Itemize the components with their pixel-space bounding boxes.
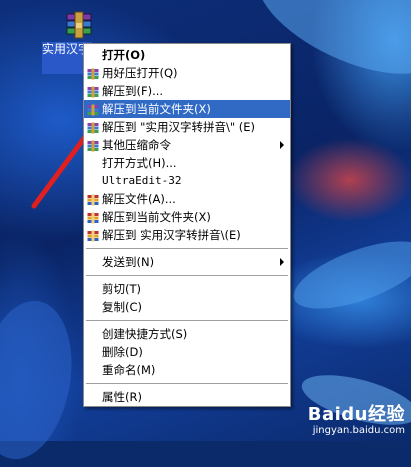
- menu-item-2[interactable]: 解压到(F)...: [84, 82, 290, 100]
- menu-item-label: 打开方式(H)...: [102, 156, 177, 170]
- menu-item-9[interactable]: 解压到当前文件夹(X): [84, 208, 290, 226]
- winrar-icon: [87, 139, 99, 152]
- menu-item-label: 属性(R): [102, 390, 142, 404]
- watermark-url: jingyan.baidu.com: [312, 425, 405, 436]
- menu-item-0[interactable]: 打开(O): [84, 46, 290, 64]
- menu-item-label: 其他压缩命令: [102, 138, 171, 152]
- menu-item-15[interactable]: 复制(C): [84, 298, 290, 316]
- winrar-books-icon: [87, 229, 99, 242]
- baidu-watermark: Baidu经验 jingyan.baidu.com: [308, 405, 405, 437]
- menu-item-label: 解压文件(A)...: [102, 192, 176, 206]
- winrar-icon: [87, 85, 99, 98]
- menu-item-label: 用好压打开(Q): [102, 66, 178, 80]
- menu-item-label: UltraEdit-32: [102, 174, 182, 187]
- menu-item-label: 解压到 "实用汉字转拼音\" (E): [102, 120, 256, 134]
- menu-item-label: 复制(C): [102, 300, 143, 314]
- submenu-arrow-icon: [280, 258, 284, 266]
- winrar-icon: [87, 67, 99, 80]
- menu-item-label: 创建快捷方式(S): [102, 327, 188, 341]
- menu-item-label: 剪切(T): [102, 282, 141, 296]
- menu-item-6[interactable]: 打开方式(H)...: [84, 154, 290, 172]
- wallpaper-streak: [285, 227, 411, 323]
- menu-item-label: 解压到当前文件夹(X): [102, 210, 211, 224]
- winrar-books-icon: [87, 211, 99, 224]
- menu-item-10[interactable]: 解压到 实用汉字转拼音\(E): [84, 226, 290, 244]
- winrar-icon: [87, 103, 99, 116]
- menu-item-12[interactable]: 发送到(N): [84, 253, 290, 271]
- menu-item-17[interactable]: 创建快捷方式(S): [84, 325, 290, 343]
- menu-item-19[interactable]: 重命名(M): [84, 361, 290, 379]
- menu-separator: [86, 248, 288, 249]
- context-menu: 打开(O) 用好压打开(Q) 解压到(F)... 解压到当前文件夹(X) 解压到 "实用…: [83, 43, 291, 407]
- menu-item-label: 删除(D): [102, 345, 143, 359]
- menu-item-label: 解压到 实用汉字转拼音\(E): [102, 228, 241, 242]
- menu-item-18[interactable]: 删除(D): [84, 343, 290, 361]
- menu-item-21[interactable]: 属性(R): [84, 388, 290, 406]
- menu-item-label: 解压到(F)...: [102, 84, 164, 98]
- menu-item-8[interactable]: 解压文件(A)...: [84, 190, 290, 208]
- menu-item-4[interactable]: 解压到 "实用汉字转拼音\" (E): [84, 118, 290, 136]
- menu-item-label: 打开(O): [102, 48, 146, 62]
- menu-separator: [86, 383, 288, 384]
- winrar-archive-icon: [66, 11, 92, 39]
- watermark-logo: Baidu经验: [307, 404, 405, 425]
- menu-item-label: 重命名(M): [102, 363, 156, 377]
- menu-item-5[interactable]: 其他压缩命令: [84, 136, 290, 154]
- menu-item-3[interactable]: 解压到当前文件夹(X): [84, 100, 290, 118]
- winrar-books-icon: [87, 193, 99, 206]
- winrar-icon: [87, 121, 99, 134]
- menu-item-1[interactable]: 用好压打开(Q): [84, 64, 290, 82]
- menu-separator: [86, 275, 288, 276]
- menu-item-14[interactable]: 剪切(T): [84, 280, 290, 298]
- menu-item-label: 解压到当前文件夹(X): [102, 102, 211, 116]
- menu-separator: [86, 320, 288, 321]
- submenu-arrow-icon: [280, 141, 284, 149]
- menu-item-7[interactable]: UltraEdit-32: [84, 172, 290, 190]
- menu-item-label: 发送到(N): [102, 255, 155, 269]
